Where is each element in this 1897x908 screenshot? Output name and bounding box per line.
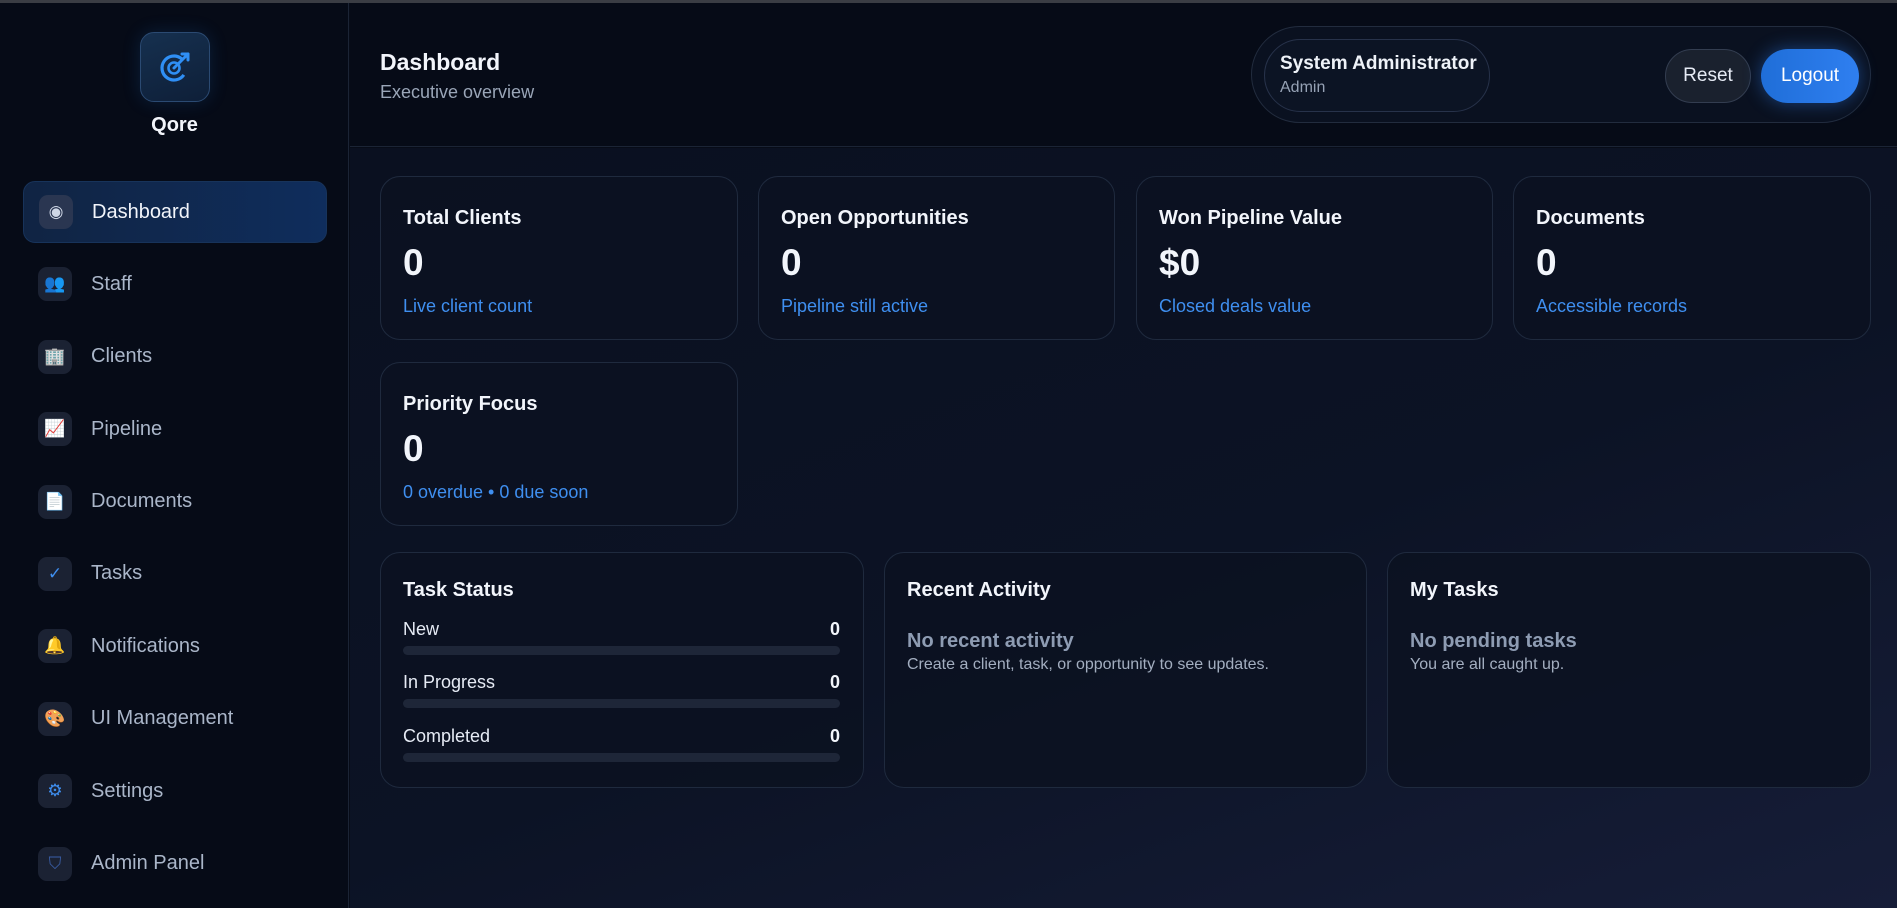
- sidebar-item-notifications[interactable]: 🔔 Notifications: [23, 615, 327, 677]
- brand: Qore: [0, 32, 349, 137]
- chart-up-icon: 📈: [38, 412, 72, 447]
- task-status-count: 0: [829, 726, 840, 746]
- people-icon: 👥: [38, 267, 72, 302]
- sidebar-item-label: Settings: [91, 779, 164, 802]
- stat-value: 0: [1536, 242, 1557, 283]
- user-role: Admin: [1280, 79, 1326, 96]
- empty-state-text: You are all caught up.: [1410, 656, 1565, 673]
- task-status-count: 0: [829, 672, 840, 692]
- task-status-row-new: New 0: [403, 619, 840, 655]
- page-title: Dashboard: [380, 49, 501, 75]
- task-progress-bar: [403, 646, 840, 655]
- reset-button[interactable]: Reset: [1665, 49, 1751, 103]
- stat-value: $0: [1159, 242, 1201, 283]
- sidebar-item-label: Notifications: [91, 634, 200, 657]
- stat-subtitle: Pipeline still active: [781, 296, 929, 316]
- stat-title: Won Pipeline Value: [1159, 207, 1343, 229]
- document-icon: 📄: [38, 484, 72, 519]
- stat-subtitle: 0 overdue • 0 due soon: [403, 482, 589, 502]
- gear-icon: ⚙: [38, 774, 72, 809]
- my-tasks-panel: My Tasks No pending tasks You are all ca…: [1387, 552, 1871, 788]
- sidebar-item-label: UI Management: [91, 707, 234, 730]
- stat-value: 0: [781, 242, 802, 283]
- empty-state-title: No recent activity: [907, 630, 1074, 652]
- empty-state-text: Create a client, task, or opportunity to…: [907, 656, 1269, 673]
- sidebar-item-admin-panel[interactable]: ⛉ Admin Panel: [23, 833, 327, 895]
- user-profile-chip[interactable]: System Administrator Admin: [1264, 39, 1490, 112]
- user-bar: System Administrator Admin Reset Logout: [1251, 26, 1871, 123]
- sidebar-item-label: Tasks: [91, 562, 143, 585]
- sidebar-nav: ◉ Dashboard 👥 Staff 🏢 Clients 📈 Pipeline…: [23, 181, 327, 905]
- stat-value: 0: [403, 242, 424, 283]
- stat-subtitle: Accessible records: [1536, 296, 1688, 316]
- sidebar-item-label: Dashboard: [92, 200, 190, 223]
- sidebar-item-pipeline[interactable]: 📈 Pipeline: [23, 398, 327, 460]
- sidebar-item-label: Admin Panel: [91, 852, 205, 875]
- sidebar-item-clients[interactable]: 🏢 Clients: [23, 326, 327, 388]
- panel-title: Task Status: [403, 579, 514, 601]
- stat-value: 0: [403, 428, 424, 469]
- task-progress-bar: [403, 699, 840, 708]
- stat-card-won-pipeline-value: Won Pipeline Value $0 Closed deals value: [1136, 176, 1493, 340]
- stat-title: Priority Focus: [403, 393, 538, 415]
- bell-icon: 🔔: [38, 629, 72, 664]
- top-header: Dashboard Executive overview System Admi…: [350, 3, 1897, 147]
- task-status-label: Completed: [403, 726, 491, 746]
- user-name: System Administrator: [1280, 53, 1477, 74]
- task-status-panel: Task Status New 0 In Progress 0 Complete…: [380, 552, 864, 788]
- radio-dot-icon: ◉: [39, 195, 73, 229]
- task-status-row-completed: Completed 0: [403, 726, 840, 762]
- stat-title: Total Clients: [403, 207, 522, 229]
- stat-title: Open Opportunities: [781, 207, 969, 229]
- check-icon: ✓: [38, 556, 72, 591]
- logout-button[interactable]: Logout: [1761, 49, 1859, 103]
- qore-logo-icon[interactable]: [139, 32, 210, 102]
- stat-card-open-opportunities: Open Opportunities 0 Pipeline still acti…: [758, 176, 1115, 340]
- building-icon: 🏢: [38, 339, 72, 374]
- stat-subtitle: Closed deals value: [1159, 296, 1312, 316]
- sidebar: Qore ◉ Dashboard 👥 Staff 🏢 Clients 📈 Pip…: [0, 3, 349, 908]
- stat-subtitle: Live client count: [403, 296, 533, 316]
- sidebar-item-settings[interactable]: ⚙ Settings: [23, 760, 327, 822]
- stat-card-total-clients: Total Clients 0 Live client count: [380, 176, 738, 340]
- recent-activity-panel: Recent Activity No recent activity Creat…: [884, 552, 1367, 788]
- sidebar-item-staff[interactable]: 👥 Staff: [23, 253, 327, 315]
- task-status-label: New: [403, 619, 440, 639]
- task-status-count: 0: [829, 619, 840, 639]
- task-progress-bar: [403, 753, 840, 762]
- sidebar-item-dashboard[interactable]: ◉ Dashboard: [23, 181, 327, 243]
- panel-title: My Tasks: [1410, 579, 1499, 601]
- sidebar-item-label: Staff: [91, 272, 132, 295]
- stat-card-documents: Documents 0 Accessible records: [1513, 176, 1871, 340]
- stat-title: Documents: [1536, 207, 1645, 229]
- panel-title: Recent Activity: [907, 579, 1051, 601]
- brand-name: Qore: [151, 114, 198, 136]
- sidebar-item-label: Documents: [91, 490, 193, 513]
- palette-icon: 🎨: [38, 701, 72, 736]
- sidebar-item-documents[interactable]: 📄 Documents: [23, 471, 327, 533]
- task-status-row-in-progress: In Progress 0: [403, 672, 840, 708]
- empty-state-title: No pending tasks: [1410, 630, 1577, 652]
- sidebar-item-label: Clients: [91, 345, 153, 368]
- sidebar-item-label: Pipeline: [91, 417, 163, 440]
- shield-icon: ⛉: [38, 846, 72, 881]
- task-status-label: In Progress: [403, 672, 496, 692]
- main-content: Total Clients 0 Live client count Open O…: [350, 148, 1897, 908]
- stat-card-priority-focus: Priority Focus 0 0 overdue • 0 due soon: [380, 362, 738, 526]
- sidebar-item-tasks[interactable]: ✓ Tasks: [23, 543, 327, 605]
- page-subtitle: Executive overview: [380, 82, 535, 102]
- sidebar-item-ui-management[interactable]: 🎨 UI Management: [23, 688, 327, 750]
